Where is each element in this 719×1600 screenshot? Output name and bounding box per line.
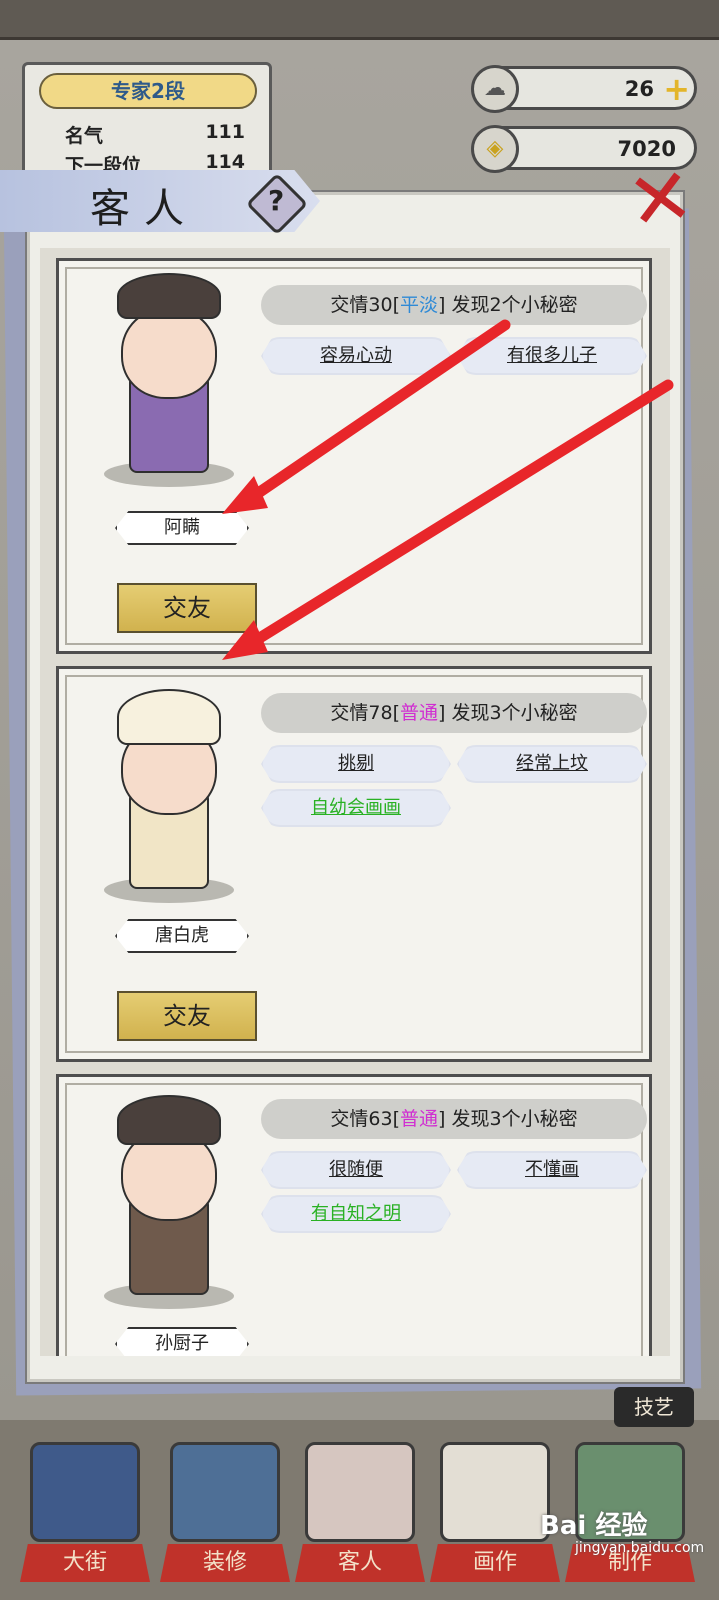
secret-tag[interactable]: 很随便 [261, 1151, 451, 1189]
fame-label: 名气 [65, 125, 104, 147]
cloud-gem-icon: ☁ [471, 65, 519, 113]
gem-value: 26 [624, 77, 654, 101]
close-icon[interactable]: ✕ [622, 151, 699, 249]
guest-avatar-aman [99, 267, 239, 487]
guest-card: 唐白虎 交友 交情78[普通] 发现3个小秘密 挑剔 经常上坟 自幼会画画 [56, 666, 652, 1062]
guest-avatar-sunchuzi [99, 1089, 239, 1309]
skills-button[interactable]: 技艺 [614, 1387, 694, 1427]
nav-guests[interactable]: 客人 [295, 1442, 425, 1582]
secret-tag[interactable]: 容易心动 [261, 337, 451, 375]
secret-tag[interactable]: 自幼会画画 [261, 789, 451, 827]
guest-name: 唐白虎 [115, 919, 249, 953]
scroll-painting-icon [440, 1442, 550, 1542]
befriend-button[interactable]: 交友 [117, 583, 257, 633]
secret-tag[interactable]: 经常上坟 [457, 745, 647, 783]
guest-card: 孙厨子 交情63[普通] 发现3个小秘密 很随便 不懂画 有自知之明 [56, 1074, 652, 1356]
secret-tag[interactable]: 不懂画 [457, 1151, 647, 1189]
secret-tag[interactable]: 挑剔 [261, 745, 451, 783]
fame-value: 111 [205, 121, 245, 143]
guest-name: 孙厨子 [115, 1327, 249, 1356]
secret-tag[interactable]: 有很多儿子 [457, 337, 647, 375]
relation-status: 交情78[普通] 发现3个小秘密 [261, 693, 647, 733]
help-icon: ? [268, 184, 285, 217]
coin-icon: ◈ [471, 125, 519, 173]
befriend-button[interactable]: 交友 [117, 991, 257, 1041]
guest-name: 阿瞒 [115, 511, 249, 545]
relation-status: 交情30[平淡] 发现2个小秘密 [261, 285, 647, 325]
decorate-book-icon [170, 1442, 280, 1542]
secret-tag[interactable]: 有自知之明 [261, 1195, 451, 1233]
relation-status: 交情63[普通] 发现3个小秘密 [261, 1099, 647, 1139]
watermark: Bai 经验 [540, 1511, 648, 1541]
rank-panel: 专家2段 名气 111 下一段位 114 [22, 62, 272, 180]
watermark-url: jingyan.baidu.com [575, 1540, 705, 1556]
background-top-beam [0, 0, 719, 40]
guest-portrait-icon [305, 1442, 415, 1542]
add-gems-button[interactable]: + [663, 71, 690, 107]
guest-card: 阿瞒 交友 交情30[平淡] 发现2个小秘密 容易心动 有很多儿子 [56, 258, 652, 654]
relation-level: 平淡 [400, 294, 439, 316]
rank-title: 专家2段 [39, 73, 257, 109]
guest-list[interactable]: 阿瞒 交友 交情30[平淡] 发现2个小秘密 容易心动 有很多儿子 唐白虎 交友… [40, 248, 670, 1356]
nav-street[interactable]: 大街 [20, 1442, 150, 1582]
relation-level: 普通 [400, 1108, 439, 1130]
fame-row: 名气 111 [65, 121, 245, 148]
nav-decorate[interactable]: 装修 [160, 1442, 290, 1582]
dialog-title: 客人 [90, 186, 198, 232]
guest-avatar-tangbaihu [99, 683, 239, 903]
relation-level: 普通 [400, 702, 439, 724]
street-icon [30, 1442, 140, 1542]
gem-counter: ☁ 26 + [471, 65, 697, 113]
